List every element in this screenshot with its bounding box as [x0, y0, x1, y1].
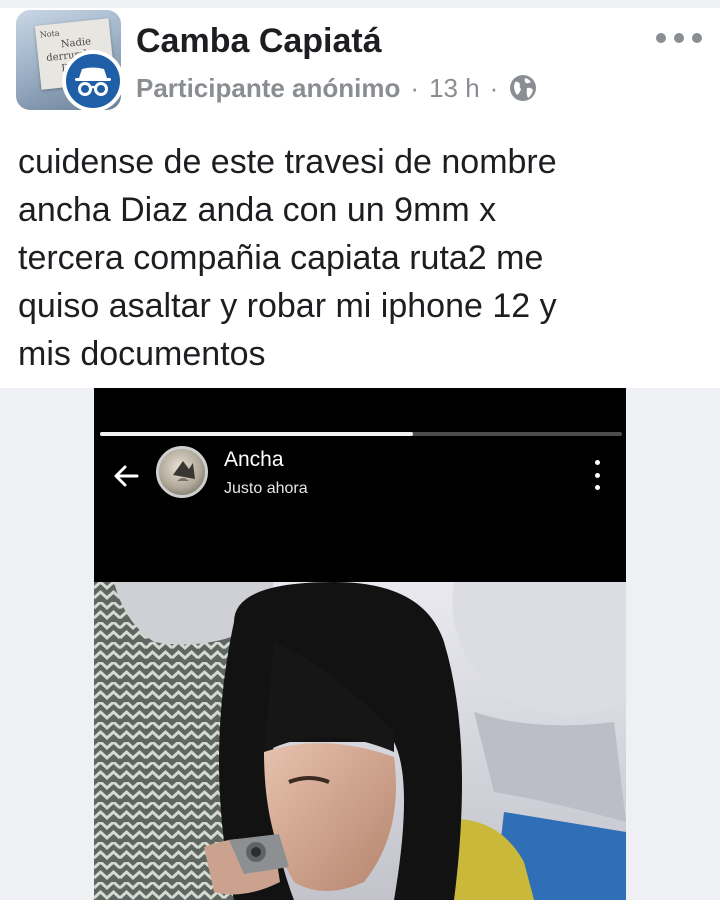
- story-timestamp: Justo ahora: [224, 480, 308, 497]
- top-divider: [0, 0, 720, 8]
- group-name[interactable]: Camba Capiatá: [136, 22, 382, 61]
- post-timestamp[interactable]: 13 h: [429, 73, 480, 104]
- story-progress-fill: [100, 432, 414, 436]
- avatar-photo: [173, 461, 195, 481]
- globe-icon: [510, 75, 537, 101]
- story-progress-bar: [100, 432, 622, 436]
- more-options-icon[interactable]: [656, 24, 702, 52]
- kebab-menu-icon[interactable]: [592, 460, 602, 490]
- post-image[interactable]: Ancha Justo ahora: [94, 388, 626, 900]
- incognito-icon: [75, 67, 111, 96]
- anonymous-participant-icon: [62, 50, 124, 112]
- story-avatar[interactable]: [156, 446, 208, 498]
- note-line: Nota: [39, 28, 61, 40]
- post-author[interactable]: Participante anónimo: [136, 73, 400, 104]
- story-username[interactable]: Ancha: [224, 448, 284, 472]
- back-arrow-icon[interactable]: [110, 460, 142, 492]
- story-photo: [94, 582, 626, 900]
- post-text: cuidense de este travesi de nombre ancha…: [18, 143, 557, 373]
- meta-separator: ·: [489, 72, 499, 103]
- post-meta: Participante anónimo · 13 h ·: [136, 72, 538, 104]
- meta-separator: ·: [410, 72, 420, 103]
